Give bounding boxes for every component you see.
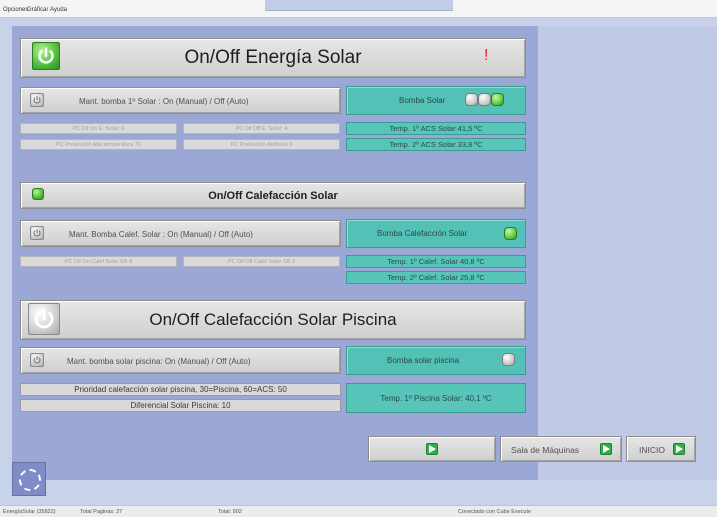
heating-pump-label: Bomba Calefacción Solar xyxy=(377,229,468,238)
solar-pump-label: Bomba Solar xyxy=(399,96,446,105)
power-icon[interactable] xyxy=(30,226,44,240)
solar-title: On/Off Energía Solar xyxy=(184,47,362,68)
solar-power-icon[interactable] xyxy=(32,42,60,70)
machine-room-label: Sala de Máquinas xyxy=(511,445,580,455)
pool-pump-label: Bomba solar piscina xyxy=(387,356,460,365)
heating-temp-2: Temp. 2º Calef. Solar 25,8 ºC xyxy=(346,271,526,284)
heating-title: On/Off Calefacción Solar xyxy=(208,189,338,202)
solar-pc-off: PC Dif Off E. Solar: 4 xyxy=(183,123,340,134)
menu-ayuda[interactable]: Ayuda xyxy=(50,7,67,13)
clock-icon xyxy=(19,469,41,491)
pump-indicator-icon xyxy=(465,93,478,106)
status-connection: Conectado con Cube Execute xyxy=(458,509,532,515)
home-label: INICIO xyxy=(639,445,665,455)
heating-temp-1: Temp. 1º Calef. Solar 40,8 ºC xyxy=(346,255,526,268)
solar-manual-pump-button[interactable]: Mant. bomba 1º Solar : On (Manual) / Off… xyxy=(20,87,341,114)
pool-manual-label: Mant. bomba solar piscina: On (Manual) /… xyxy=(67,357,251,366)
pool-pump-status: Bomba solar piscina xyxy=(346,346,526,375)
pool-manual-pump-button[interactable]: Mant. bomba solar piscina: On (Manual) /… xyxy=(20,347,341,374)
menu-opciones[interactable]: Opciones xyxy=(3,7,28,13)
arrow-right-icon xyxy=(673,443,685,455)
pump-indicator-icon xyxy=(504,227,517,240)
heating-pump-status: Bomba Calefacción Solar xyxy=(346,219,526,248)
pump-indicator-icon xyxy=(502,353,515,366)
arrow-right-icon xyxy=(600,443,612,455)
window-title-strip xyxy=(265,0,453,11)
solar-temp-1: Temp. 1º ACS Solar 41,5 ºC xyxy=(346,122,526,135)
heating-manual-pump-button[interactable]: Mant. Bomba Calef. Solar : On (Manual) /… xyxy=(20,220,341,247)
pool-priority: Prioridad calefacción solar piscina, 30=… xyxy=(20,383,341,396)
home-button[interactable]: INICIO xyxy=(626,436,696,462)
solar-manual-label: Mant. bomba 1º Solar : On (Manual) / Off… xyxy=(79,97,249,106)
heating-onoff-header[interactable]: On/Off Calefacción Solar xyxy=(20,182,526,209)
menu-graficar[interactable]: Gráficar xyxy=(27,7,48,13)
right-background xyxy=(538,26,717,480)
solar-pc-on: PC Dif On E. Solar: 6 xyxy=(20,123,177,134)
heating-power-icon[interactable] xyxy=(32,188,44,200)
pool-onoff-header[interactable]: On/Off Calefacción Solar Piscina xyxy=(20,300,526,340)
heating-pc-on: PC Dif On Calef Solar SR 4 xyxy=(20,256,177,267)
pool-title: On/Off Calefacción Solar Piscina xyxy=(149,310,397,329)
status-bar: EnergíaSolar (35822) Total Paginas: 37 T… xyxy=(0,505,717,517)
status-total-pages: Total Paginas: 37 xyxy=(80,509,123,515)
status-total: Total: 902 xyxy=(218,509,242,515)
heating-manual-label: Mant. Bomba Calef. Solar : On (Manual) /… xyxy=(69,230,253,239)
solar-pc-high-temp: PC Protección Alta temperatura 70 xyxy=(20,139,177,150)
power-icon[interactable] xyxy=(30,353,44,367)
status-app: EnergíaSolar (35822) xyxy=(3,509,56,515)
alert-indicator: ! xyxy=(484,47,489,64)
pool-differential: Diferencial Solar Piscina: 10 xyxy=(20,399,341,412)
solar-onoff-header[interactable]: On/Off Energía Solar ! xyxy=(20,38,526,78)
solar-pc-antifreeze: PC Protección Antihielo 9 xyxy=(183,139,340,150)
pump-indicator-icon xyxy=(478,93,491,106)
power-icon[interactable] xyxy=(30,93,44,107)
clock-widget xyxy=(12,462,46,496)
pump-indicator-icon xyxy=(491,93,504,106)
pool-power-icon[interactable] xyxy=(28,303,60,335)
arrow-right-icon xyxy=(426,443,438,455)
pool-temp-1: Temp. 1º Piscina Solar: 40,1 ºC xyxy=(346,383,526,413)
solar-temp-2: Temp. 2º ACS Solar 33,8 ºC xyxy=(346,138,526,151)
heating-pc-off: PC Dif Off Calef Solar SR 2 xyxy=(183,256,340,267)
